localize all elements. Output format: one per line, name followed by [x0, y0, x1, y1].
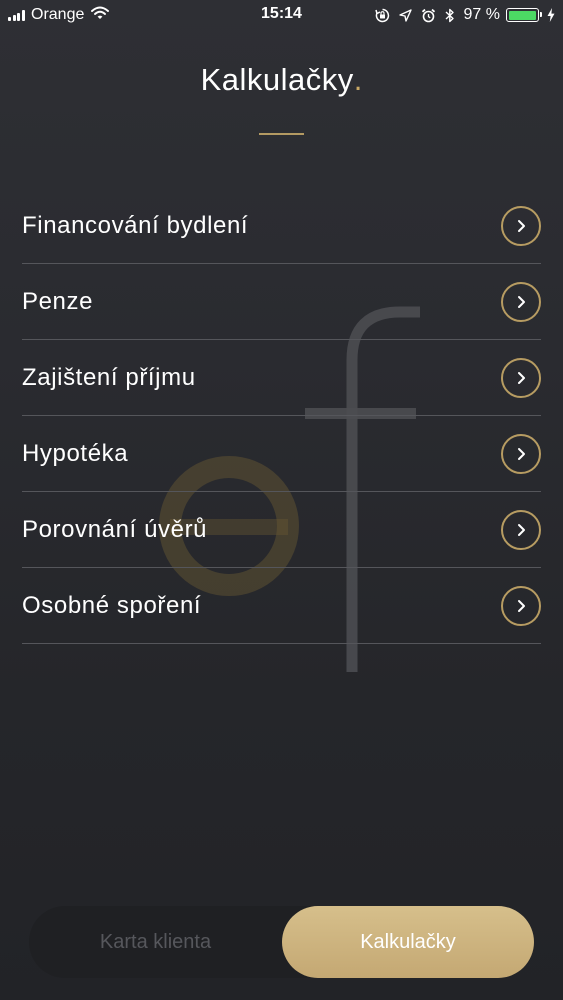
status-bar: Orange 15:14 97 % — [0, 0, 563, 30]
calculator-item-zajisteni-prijmu[interactable]: Zajištení příjmu — [22, 340, 541, 416]
chevron-right-icon[interactable] — [501, 433, 541, 474]
chevron-right-icon[interactable] — [501, 509, 541, 550]
calculator-item-porovnani-uveru[interactable]: Porovnání úvěrů — [22, 492, 541, 568]
calculators-screen: Orange 15:14 97 % Kalkulačky. Financován… — [0, 0, 563, 1000]
calculator-item-label: Penze — [22, 287, 94, 315]
calculator-item-label: Porovnání úvěrů — [22, 515, 208, 543]
calculator-item-osobne-sporeni[interactable]: Osobné spoření — [22, 568, 541, 644]
calculator-item-label: Financování bydlení — [22, 211, 249, 239]
alarm-icon — [421, 8, 436, 23]
title-dot: . — [353, 62, 363, 97]
charging-icon — [547, 8, 555, 22]
battery-icon — [506, 8, 542, 22]
chevron-right-icon[interactable] — [501, 585, 541, 626]
status-right: 97 % — [366, 5, 555, 25]
page-title: Kalkulačky — [200, 62, 354, 97]
tab-client-card[interactable]: Karta klienta — [29, 906, 282, 978]
calculator-item-penze[interactable]: Penze — [22, 264, 541, 340]
calculator-item-financovani-bydleni[interactable]: Financování bydlení — [22, 188, 541, 264]
tab-calculators[interactable]: Kalkulačky — [282, 906, 534, 978]
chevron-right-icon[interactable] — [501, 205, 541, 246]
bluetooth-icon — [445, 8, 455, 23]
title-divider — [259, 133, 304, 135]
page-header: Kalkulačky. — [0, 62, 563, 98]
calculator-item-label: Osobné spoření — [22, 591, 202, 619]
calculator-list: Financování bydlení Penze Zajištení příj… — [22, 188, 541, 644]
calculator-item-label: Zajištení příjmu — [22, 363, 196, 391]
orientation-lock-icon — [374, 8, 390, 23]
location-icon — [398, 8, 412, 22]
chevron-right-icon[interactable] — [501, 357, 541, 398]
bottom-tab-switch: Karta klienta Kalkulačky — [29, 906, 534, 978]
chevron-right-icon[interactable] — [501, 281, 541, 322]
calculator-item-label: Hypotéka — [22, 439, 129, 467]
battery-fill — [508, 10, 536, 20]
battery-percent: 97 % — [463, 6, 500, 23]
calculator-item-hypoteka[interactable]: Hypotéka — [22, 416, 541, 492]
